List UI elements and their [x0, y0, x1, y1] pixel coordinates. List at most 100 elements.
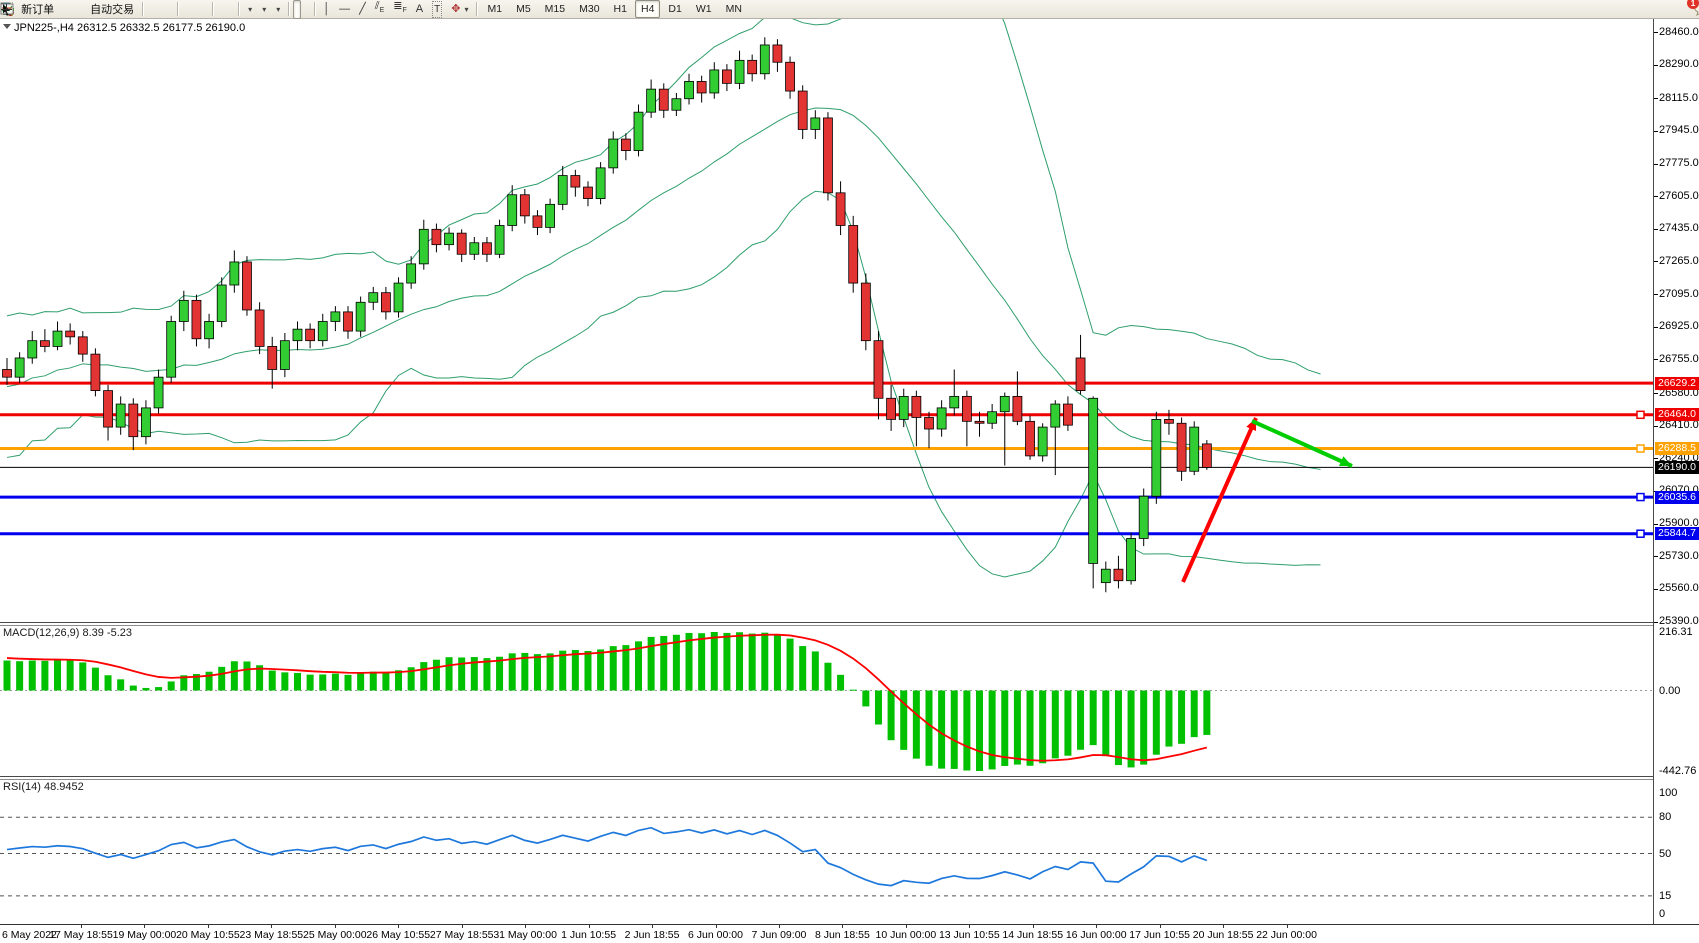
time-tick: [144, 925, 145, 928]
axis-tick: [1654, 196, 1658, 197]
tile-windows-button[interactable]: [200, 0, 208, 19]
macd-bar: [1102, 691, 1109, 757]
templates-button[interactable]: ▾: [271, 0, 284, 19]
toolbar-separator: [288, 2, 289, 16]
vertical-line-tool[interactable]: │: [319, 0, 334, 19]
axis-tick: [1654, 164, 1658, 165]
macd-bar: [1191, 691, 1198, 738]
timeframe-D1[interactable]: D1: [662, 0, 687, 18]
new-order-label: 新订单: [21, 1, 54, 17]
candle-body: [306, 329, 315, 341]
text-tool[interactable]: A: [412, 0, 427, 19]
crosshair-icon: [0, 3, 13, 16]
timeframe-M30[interactable]: M30: [573, 0, 605, 18]
line-chart-button[interactable]: [165, 0, 173, 19]
time-label: 8 Jun 18:55: [815, 929, 870, 941]
candle-body: [242, 262, 251, 310]
macd-bar: [370, 672, 377, 691]
candle-body: [1164, 419, 1173, 423]
candle-body: [394, 283, 403, 312]
arrows-tool[interactable]: ✥▾: [447, 0, 472, 19]
cursor-tool-button[interactable]: [293, 0, 301, 19]
macd-pane[interactable]: [0, 626, 1653, 776]
signal-button[interactable]: [77, 0, 85, 19]
level-handle-25844.7[interactable]: [1637, 530, 1644, 537]
candle-body: [836, 193, 845, 226]
trendline-tool[interactable]: ╱: [355, 0, 370, 19]
bollinger-upper: [7, 19, 1321, 374]
time-tick: [525, 925, 526, 928]
history-button[interactable]: [59, 0, 67, 19]
timeframe-W1[interactable]: W1: [690, 0, 718, 18]
periods-button[interactable]: ▾: [257, 0, 270, 19]
time-label: 6 Jun 00:00: [688, 929, 743, 941]
candle-body: [495, 225, 504, 254]
level-handle-26035.6[interactable]: [1637, 494, 1644, 501]
macd-bar: [862, 691, 869, 707]
zoom-out-button[interactable]: [191, 0, 199, 19]
timeframe-M5[interactable]: M5: [510, 0, 537, 18]
candle-body: [293, 329, 302, 341]
axis-tick: [1654, 327, 1658, 328]
level-handle-26288.5[interactable]: [1637, 445, 1644, 452]
zoom-in-button[interactable]: [182, 0, 190, 19]
price-axis[interactable]: 28460.028290.028115.027945.027775.027605…: [1653, 19, 1699, 924]
candle-body: [3, 369, 12, 377]
crosshair-tool-button[interactable]: [302, 0, 310, 19]
time-axis[interactable]: 6 May 202217 May 18:5519 May 00:0020 May…: [0, 924, 1699, 943]
candle-body: [470, 243, 479, 255]
candle-body: [621, 139, 630, 151]
timeframe-M15[interactable]: M15: [539, 0, 571, 18]
chart-shift-button[interactable]: [226, 0, 234, 19]
axis-tick: [1654, 458, 1658, 459]
auto-trading-button[interactable]: 自动交易: [86, 0, 138, 19]
candlestick-chart-button[interactable]: [156, 0, 164, 19]
level-handle-26464.0[interactable]: [1637, 411, 1644, 418]
timeframe-MN[interactable]: MN: [720, 0, 748, 18]
candle-body: [179, 300, 188, 321]
macd-bar: [1140, 691, 1147, 765]
candle-body: [1152, 419, 1161, 496]
timeframe-H1[interactable]: H1: [608, 0, 633, 18]
candle-body: [988, 412, 997, 424]
timeframe-toolbar: M1M5M15M30H1H4D1W1MN: [481, 0, 747, 18]
rsi-pane[interactable]: [0, 780, 1653, 922]
price-chip-25844.7: 25844.7: [1655, 527, 1699, 540]
candle-body: [369, 293, 378, 303]
green-trend-arrow[interactable]: [1252, 421, 1352, 466]
price-chip-26288.5: 26288.5: [1655, 442, 1699, 455]
macd-bar: [850, 690, 857, 691]
indicators-button[interactable]: ▾: [243, 0, 256, 19]
time-label: 14 Jun 18:55: [1002, 929, 1063, 941]
auto-scroll-button[interactable]: [217, 0, 225, 19]
candle-body: [116, 404, 125, 427]
horizontal-line-tool[interactable]: —: [335, 0, 354, 19]
new-order-button[interactable]: 新订单: [17, 0, 58, 19]
bar-chart-button[interactable]: [147, 0, 155, 19]
time-tick: [1287, 925, 1288, 928]
timeframe-H4[interactable]: H4: [635, 0, 660, 18]
fibonacci-tool[interactable]: ≣F: [389, 0, 411, 19]
main-toolbar: ⌕ 新订单: [0, 0, 1699, 19]
macd-bar: [989, 691, 996, 770]
candle-body: [773, 45, 782, 62]
main-chart-pane[interactable]: [0, 19, 1653, 622]
macd-bar: [155, 687, 162, 690]
time-label: 13 Jun 10:55: [939, 929, 1000, 941]
text-label-tool[interactable]: T: [428, 0, 446, 19]
candle-body: [445, 233, 454, 245]
equidistant-channel-tool[interactable]: ⫽E: [371, 0, 389, 19]
timeframe-M1[interactable]: M1: [481, 0, 508, 18]
report-button[interactable]: [68, 0, 76, 19]
candle-body: [1063, 404, 1072, 425]
candle-body: [558, 176, 567, 205]
rsi-axis-50: 50: [1659, 848, 1671, 860]
time-label: 20 May 10:55: [176, 929, 240, 941]
candle-body: [546, 204, 555, 227]
macd-bar: [799, 646, 806, 690]
axis-tick: [1654, 32, 1658, 33]
candle-body: [432, 229, 441, 244]
macd-bar: [976, 691, 983, 771]
candle-body: [685, 81, 694, 98]
price-tick-27945: 27945.0: [1659, 124, 1699, 136]
